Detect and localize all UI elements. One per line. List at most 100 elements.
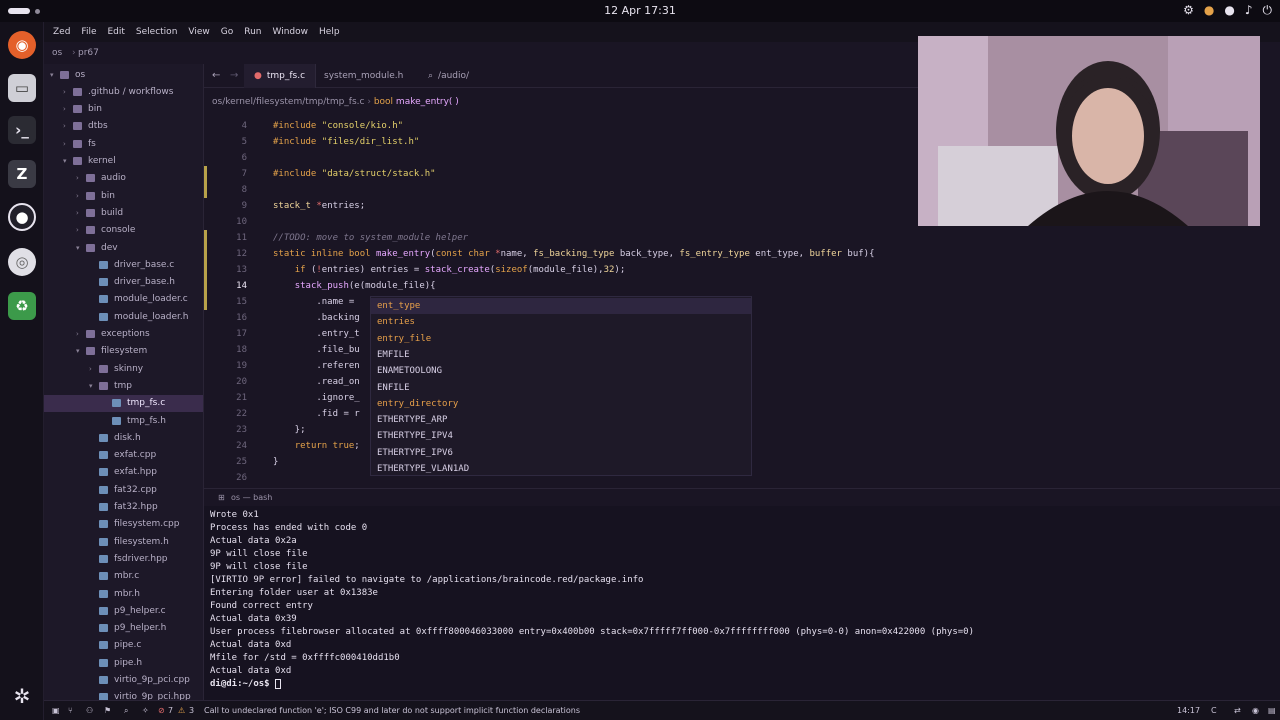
files-icon[interactable]: ▭ [8,74,36,102]
bell-icon[interactable]: ◉ [1252,706,1259,715]
menu-item-run[interactable]: Run [244,27,261,37]
tree-item[interactable]: exfat.hpp [44,464,203,481]
completion-item[interactable]: ETHERTYPE_ARP [371,412,751,428]
menu-item-selection[interactable]: Selection [136,27,177,37]
code-line[interactable]: 14 stack_push(e(module_file){ [204,278,1280,294]
ai-icon[interactable]: ✧ [142,706,149,715]
tree-item[interactable]: › exceptions [44,326,203,343]
terminal-output[interactable]: Wrote 0x1 Process has ended with code 0 Ac… [204,506,1280,700]
menu-item-help[interactable]: Help [319,27,340,37]
notification-icon[interactable]: ⇄ [1234,706,1241,715]
diagnostic-message[interactable]: Call to undeclared function 'e'; ISO C99… [204,706,580,715]
tree-item[interactable]: module_loader.c [44,291,203,308]
tree-item[interactable]: ▾ tmp [44,377,203,394]
code-line[interactable]: 13 if (!entries) entries = stack_create(… [204,262,1280,278]
tree-item[interactable]: filesystem.h [44,533,203,550]
completion-item[interactable]: ENFILE [371,380,751,396]
app-grid-icon[interactable]: ✲ [8,682,36,710]
menu-item-zed[interactable]: Zed [53,27,70,37]
code-line[interactable]: 12 static inline bool make_entry(const ch… [204,246,1280,262]
completion-item[interactable]: entries [371,314,751,330]
breadcrumb-symbol[interactable]: make_entry( ) [396,97,459,107]
tree-item[interactable]: mbr.c [44,568,203,585]
project-name[interactable]: os [52,48,62,58]
tree-item[interactable]: virtio_9p_pci.cpp [44,672,203,689]
git-branch-icon[interactable]: ⑂ [68,706,73,715]
tree-item[interactable]: ▾ kernel [44,153,203,170]
tree-item[interactable]: › bin [44,101,203,118]
back-arrow-icon[interactable]: ← [212,70,220,81]
tree-item[interactable]: mbr.h [44,585,203,602]
tab-audio[interactable]: ⌕ /audio/ [418,64,479,88]
volume-icon[interactable]: ♪ [1245,3,1253,18]
completion-item[interactable]: ETHERTYPE_IPV6 [371,445,751,461]
tree-item[interactable]: fat32.cpp [44,481,203,498]
menu-item-view[interactable]: View [188,27,209,37]
tree-item[interactable]: tmp_fs.h [44,412,203,429]
completion-item[interactable]: ENAMETOOLONG [371,363,751,379]
tree-item[interactable]: driver_base.h [44,274,203,291]
terminal-prompt-line[interactable]: di@di:~/os$ [210,678,1274,691]
collab-icon[interactable]: ⚇ [86,706,93,715]
tree-item[interactable]: fsdriver.hpp [44,550,203,567]
tree-item[interactable]: fat32.hpp [44,499,203,516]
completion-item[interactable]: EMFILE [371,347,751,363]
tree-item[interactable]: driver_base.c [44,256,203,273]
tree-item[interactable]: ▾ os [44,66,203,83]
breadcrumb[interactable]: os/kernel/filesystem/tmp/tmp_fs.c › bool… [204,88,918,116]
language-selector[interactable]: C [1211,706,1217,715]
forward-arrow-icon[interactable]: → [230,70,238,81]
error-count[interactable]: 7 [168,706,173,715]
tree-item[interactable]: module_loader.h [44,308,203,325]
tree-item[interactable]: ▾ dev [44,239,203,256]
tree-item[interactable]: › console [44,222,203,239]
disk-icon[interactable]: ◎ [8,248,36,276]
steam-icon[interactable]: ⚙ [1183,3,1194,18]
branch-name[interactable]: pr67 [78,48,99,58]
terminal-tab[interactable]: os — bash [231,493,272,502]
breadcrumb-path[interactable]: os/kernel/filesystem/tmp/tmp_fs.c [212,97,364,107]
tree-item[interactable]: › build [44,204,203,221]
tab-system-module-h[interactable]: system_module.h [314,64,413,88]
tab-tmp-fs-c[interactable]: ● tmp_fs.c [244,64,317,88]
obs-icon[interactable]: ● [8,203,36,231]
tree-item[interactable]: › audio [44,170,203,187]
tree-item[interactable]: p9_helper.h [44,620,203,637]
menu-item-go[interactable]: Go [221,27,233,37]
warning-count[interactable]: 3 [189,706,194,715]
cursor-position[interactable]: 14:17 [1177,706,1200,715]
tree-item[interactable]: › .github / workflows [44,83,203,100]
menu-item-window[interactable]: Window [273,27,309,37]
tree-item[interactable]: exfat.cpp [44,447,203,464]
tree-item[interactable]: › fs [44,135,203,152]
error-icon[interactable]: ⊘ [158,706,165,715]
mic-icon[interactable]: ● [1224,3,1234,18]
completion-item[interactable]: entry_directory [371,396,751,412]
tree-item[interactable]: disk.h [44,429,203,446]
power-icon[interactable]: ⏻ [1263,3,1273,18]
tree-item[interactable]: filesystem.cpp [44,516,203,533]
chat-icon[interactable]: ▤ [1268,706,1276,715]
tree-item[interactable]: pipe.c [44,637,203,654]
tree-item[interactable]: › skinny [44,360,203,377]
completion-item[interactable]: ent_type [371,298,751,314]
completion-item[interactable]: ETHERTYPE_VLAN1AD [371,461,751,477]
tree-item[interactable]: › bin [44,187,203,204]
completion-item[interactable]: entry_file [371,331,751,347]
terminal-icon[interactable]: ›_ [8,116,36,144]
firefox-icon[interactable]: ◉ [8,31,36,59]
warning-icon[interactable]: ⚠ [178,706,185,715]
tree-item[interactable]: pipe.h [44,654,203,671]
panel-toggle-icon[interactable]: ▣ [52,706,60,715]
trash-icon[interactable]: ♻ [8,292,36,320]
system-clock[interactable]: 12 Apr 17:31 [0,4,1280,17]
tree-item[interactable]: p9_helper.c [44,602,203,619]
menu-item-file[interactable]: File [81,27,96,37]
tree-item[interactable]: ▾ filesystem [44,343,203,360]
tree-item[interactable]: tmp_fs.c [44,394,203,412]
search-icon[interactable]: ⌕ [124,706,128,716]
tree-item[interactable]: › dtbs [44,118,203,135]
zed-icon[interactable]: Z [8,160,36,188]
completion-item[interactable]: ETHERTYPE_IPV4 [371,428,751,444]
tree-item[interactable]: virtio_9p_pci.hpp [44,689,203,700]
